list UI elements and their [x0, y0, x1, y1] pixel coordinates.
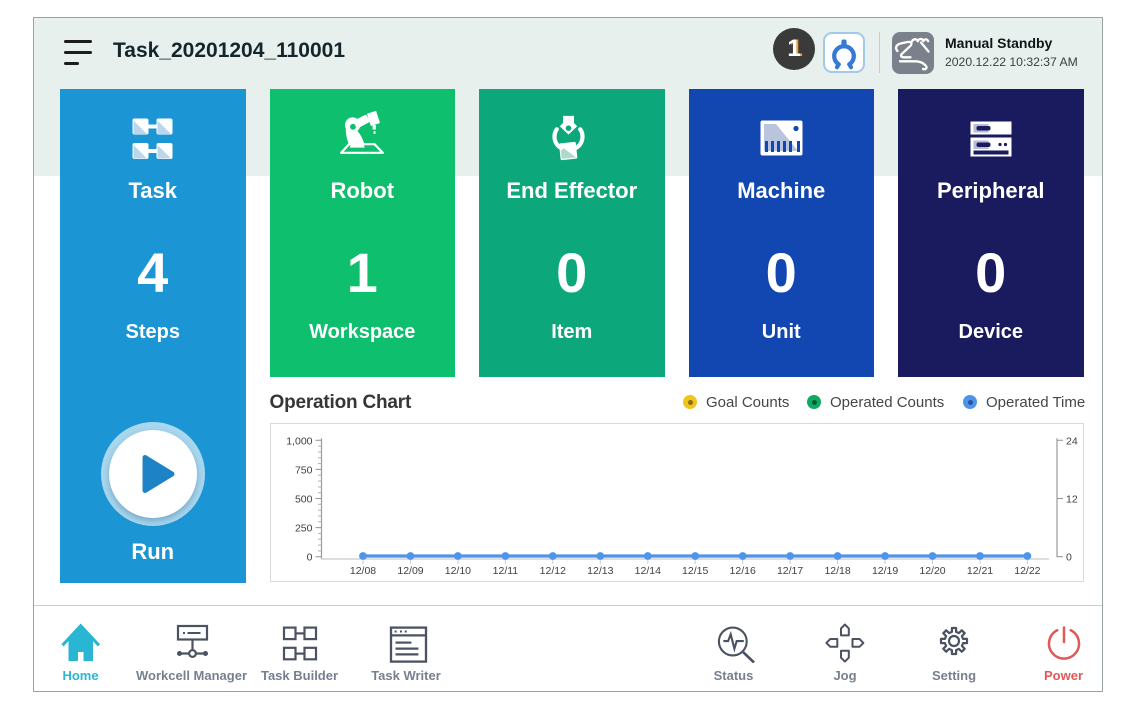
svg-text:12/09: 12/09: [397, 565, 423, 577]
svg-text:500: 500: [294, 494, 312, 506]
svg-text:12/18: 12/18: [824, 565, 850, 577]
svg-text:12/17: 12/17: [776, 565, 802, 577]
svg-text:24: 24: [1066, 435, 1078, 447]
svg-text:0: 0: [1066, 552, 1072, 564]
svg-text:12/20: 12/20: [919, 565, 945, 577]
svg-text:12/11: 12/11: [492, 565, 518, 577]
svg-text:12/16: 12/16: [729, 565, 755, 577]
svg-text:12/19: 12/19: [871, 565, 897, 577]
svg-text:12/10: 12/10: [444, 565, 470, 577]
svg-text:1,000: 1,000: [286, 435, 312, 447]
svg-text:12/21: 12/21: [966, 565, 992, 577]
svg-text:12/14: 12/14: [634, 565, 660, 577]
svg-text:12/13: 12/13: [587, 565, 613, 577]
svg-text:12/08: 12/08: [349, 565, 375, 577]
svg-text:250: 250: [294, 523, 312, 535]
svg-text:12/22: 12/22: [1014, 565, 1040, 577]
svg-text:12: 12: [1066, 494, 1078, 506]
svg-text:12/15: 12/15: [682, 565, 708, 577]
svg-text:0: 0: [306, 552, 312, 564]
svg-text:12/12: 12/12: [539, 565, 565, 577]
svg-text:750: 750: [294, 464, 312, 476]
